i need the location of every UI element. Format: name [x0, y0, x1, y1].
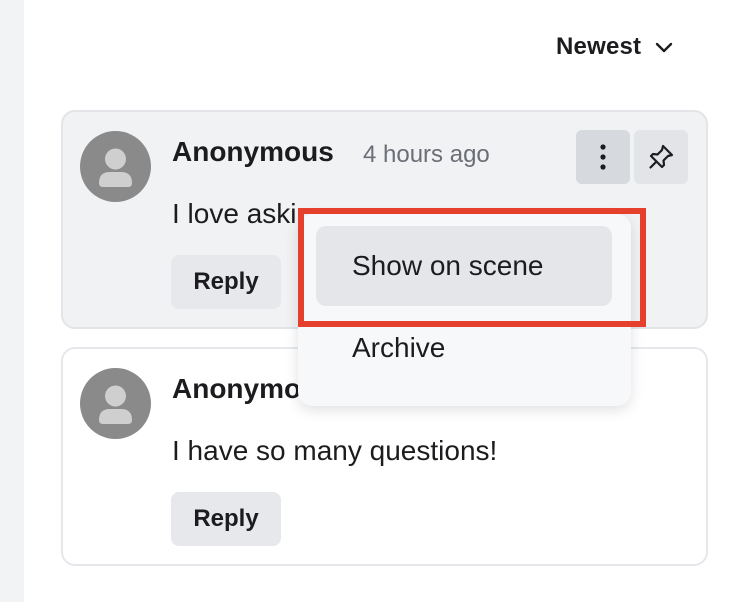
kebab-icon: [600, 144, 606, 170]
sort-dropdown[interactable]: Newest: [556, 32, 675, 62]
avatar: [80, 131, 151, 202]
user-icon: [99, 148, 132, 187]
comment-author: Anonymous: [172, 136, 334, 167]
avatar: [80, 368, 151, 439]
comment-text: I have so many questions!: [172, 435, 498, 466]
comment-options-menu: Show on scene Archive: [298, 214, 631, 406]
more-options-button[interactable]: [576, 130, 630, 184]
comment-author: Anonymo: [172, 373, 302, 404]
chevron-down-icon: [656, 42, 673, 53]
left-rail: [0, 0, 24, 602]
user-icon: [99, 385, 132, 424]
reply-button[interactable]: Reply: [171, 255, 281, 309]
pin-icon: [649, 144, 674, 169]
menu-item-show-on-scene[interactable]: Show on scene: [316, 226, 612, 306]
pin-button[interactable]: [634, 130, 688, 184]
reply-button[interactable]: Reply: [171, 492, 281, 546]
comment-text: I love aski: [172, 198, 297, 229]
comment-timestamp: 4 hours ago: [363, 141, 490, 168]
sort-label: Newest: [556, 33, 642, 60]
menu-item-archive[interactable]: Archive: [316, 308, 612, 388]
